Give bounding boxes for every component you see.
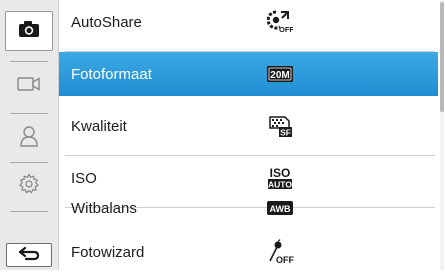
menu-item-autoshare[interactable]: AutoShare OFF (59, 0, 438, 44)
svg-text:OFF: OFF (279, 25, 293, 34)
svg-text:AWB: AWB (270, 204, 291, 214)
menu-item-label: Fotowizard (71, 243, 145, 261)
scroll-thumb[interactable] (440, 2, 444, 112)
settings-list: AutoShare OFF Fotoformaat 20M Kwaliteit … (59, 0, 445, 270)
menu-item-label: Witbalans (71, 200, 137, 217)
menu-item-witbalans[interactable]: Witbalans AWB (59, 186, 438, 230)
photo-size-20m-icon: 20M (265, 59, 295, 89)
menu-item-fotowizard[interactable]: Fotowizard OFF (59, 230, 438, 274)
gear-icon (18, 172, 40, 200)
camera-icon (18, 20, 40, 43)
camera-settings-screen: AutoShare OFF Fotoformaat 20M Kwaliteit … (0, 0, 445, 270)
svg-text:ISO: ISO (270, 166, 291, 180)
sidebar-divider (10, 61, 48, 62)
video-mode-tab[interactable] (5, 66, 53, 106)
menu-item-label: Kwaliteit (71, 117, 127, 135)
user-mode-tab[interactable] (5, 118, 53, 158)
scrollbar[interactable] (440, 0, 444, 270)
video-icon (17, 76, 41, 97)
back-button[interactable] (6, 243, 52, 267)
white-balance-awb-icon: AWB (265, 193, 295, 223)
svg-text:20M: 20M (270, 70, 289, 81)
photo-wizard-off-icon: OFF (265, 237, 295, 267)
sidebar-divider (10, 211, 48, 212)
menu-item-kwaliteit[interactable]: Kwaliteit SF (59, 104, 438, 148)
sidebar-divider (10, 113, 48, 114)
svg-text:OFF: OFF (276, 255, 294, 265)
settings-mode-tab[interactable] (5, 166, 53, 206)
back-arrow-icon (17, 245, 41, 266)
quality-superfine-icon: SF (265, 111, 295, 141)
sidebar-divider (10, 162, 48, 163)
menu-item-fotoformaat[interactable]: Fotoformaat 20M (59, 52, 438, 96)
menu-item-label: ISO (71, 169, 97, 187)
svg-text:SF: SF (280, 128, 291, 138)
menu-item-label: Fotoformaat (71, 65, 152, 83)
mode-sidebar (0, 0, 59, 270)
menu-item-label: AutoShare (71, 13, 142, 31)
autoshare-off-icon: OFF (265, 7, 295, 37)
user-icon (19, 125, 39, 152)
camera-mode-tab[interactable] (5, 11, 53, 51)
